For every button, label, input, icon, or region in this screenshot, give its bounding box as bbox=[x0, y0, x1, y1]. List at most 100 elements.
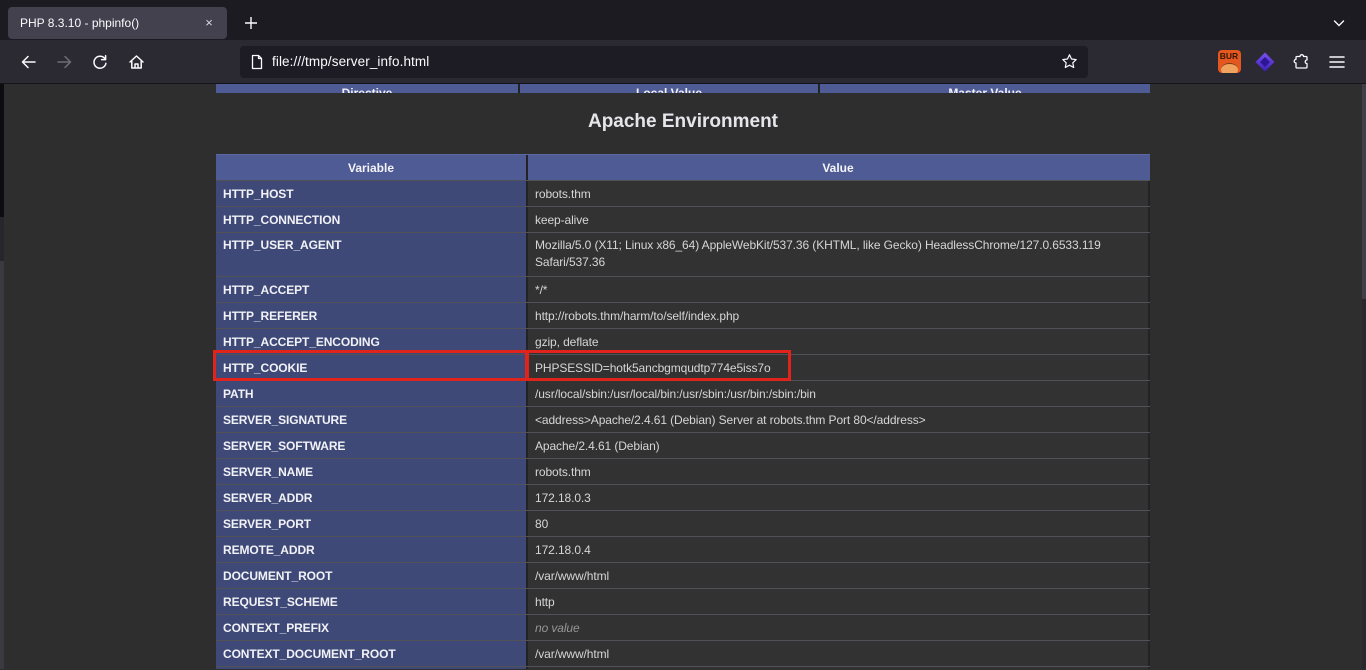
chevron-down-icon bbox=[1332, 16, 1346, 30]
right-edge-scrollbar[interactable] bbox=[1362, 84, 1366, 669]
table-row: HTTP_HOSTrobots.thm bbox=[216, 180, 1150, 206]
burp-extension-button[interactable]: BUR bbox=[1211, 46, 1247, 78]
partial-next-row bbox=[216, 666, 1150, 669]
partial-header-cell: Directive bbox=[216, 84, 518, 93]
value-cell: 80 bbox=[528, 511, 1148, 536]
list-all-tabs-button[interactable] bbox=[1326, 10, 1352, 36]
extensions-button[interactable] bbox=[1283, 46, 1319, 78]
tab-bar: PHP 8.3.10 - phpinfo() × bbox=[0, 0, 1366, 40]
value-cell: PHPSESSID=hotk5ancbgmqudtp774e5iss7o bbox=[528, 355, 1148, 380]
extension-buttons: BUR bbox=[1211, 46, 1355, 78]
url-text[interactable]: file:///tmp/server_info.html bbox=[272, 54, 1061, 69]
value-cell: robots.thm bbox=[528, 181, 1148, 206]
value-cell: keep-alive bbox=[528, 207, 1148, 232]
variable-cell: SERVER_ADDR bbox=[216, 485, 528, 510]
home-button[interactable] bbox=[120, 46, 152, 78]
burp-icon: BUR bbox=[1218, 50, 1241, 73]
variable-cell: SERVER_SIGNATURE bbox=[216, 407, 528, 432]
partial-header-cell: Master Value bbox=[820, 84, 1150, 93]
foxyproxy-diamond-icon bbox=[1254, 51, 1276, 73]
back-arrow-icon bbox=[20, 54, 37, 70]
value-cell: 172.18.0.3 bbox=[528, 485, 1148, 510]
phpinfo-page: DirectiveLocal ValueMaster Value Apache … bbox=[216, 84, 1150, 669]
variable-cell: HTTP_CONNECTION bbox=[216, 207, 528, 232]
value-cell: */* bbox=[528, 277, 1148, 302]
variable-cell: SERVER_NAME bbox=[216, 459, 528, 484]
burp-icon-label: BUR bbox=[1220, 51, 1238, 73]
variable-cell: DOCUMENT_ROOT bbox=[216, 563, 528, 588]
new-tab-button[interactable] bbox=[237, 9, 265, 37]
value-cell: /var/www/html bbox=[528, 563, 1148, 588]
table-header-row: Variable Value bbox=[216, 154, 1150, 180]
table-row: HTTP_CONNECTIONkeep-alive bbox=[216, 206, 1150, 232]
page-icon bbox=[250, 54, 264, 70]
partial-variable-cell bbox=[216, 667, 528, 669]
variable-cell: HTTP_HOST bbox=[216, 181, 528, 206]
value-cell: no value bbox=[528, 615, 1148, 640]
value-cell: 172.18.0.4 bbox=[528, 537, 1148, 562]
variable-cell: HTTP_REFERER bbox=[216, 303, 528, 328]
variable-cell: HTTP_ACCEPT_ENCODING bbox=[216, 329, 528, 354]
scrollbar-thumb[interactable] bbox=[1362, 84, 1366, 299]
back-button[interactable] bbox=[12, 46, 44, 78]
table-row: SERVER_ADDR172.18.0.3 bbox=[216, 484, 1150, 510]
page-content: DirectiveLocal ValueMaster Value Apache … bbox=[0, 84, 1366, 669]
value-cell: Mozilla/5.0 (X11; Linux x86_64) AppleWeb… bbox=[528, 233, 1148, 276]
forward-button[interactable] bbox=[48, 46, 80, 78]
puzzle-piece-icon bbox=[1292, 52, 1311, 71]
value-cell: gzip, deflate bbox=[528, 329, 1148, 354]
column-header-value: Value bbox=[528, 155, 1148, 180]
menu-button[interactable] bbox=[1319, 46, 1355, 78]
reload-icon bbox=[92, 54, 108, 70]
hamburger-menu-icon bbox=[1329, 55, 1345, 69]
value-cell: robots.thm bbox=[528, 459, 1148, 484]
tab-title: PHP 8.3.10 - phpinfo() bbox=[20, 16, 199, 30]
table-row: HTTP_ACCEPT*/* bbox=[216, 276, 1150, 302]
variable-cell: PATH bbox=[216, 381, 528, 406]
table-row: PATH/usr/local/sbin:/usr/local/bin:/usr/… bbox=[216, 380, 1150, 406]
bookmark-star-icon[interactable] bbox=[1061, 53, 1078, 70]
variable-cell: HTTP_COOKIE bbox=[216, 355, 528, 380]
value-cell: http bbox=[528, 589, 1148, 614]
variable-cell: SERVER_SOFTWARE bbox=[216, 433, 528, 458]
variable-cell: SERVER_PORT bbox=[216, 511, 528, 536]
partial-core-table-header: DirectiveLocal ValueMaster Value bbox=[216, 84, 1150, 93]
partial-header-cell: Local Value bbox=[520, 84, 818, 93]
variable-cell: REQUEST_SCHEME bbox=[216, 589, 528, 614]
table-row: SERVER_NAMErobots.thm bbox=[216, 458, 1150, 484]
value-cell: <address>Apache/2.4.61 (Debian) Server a… bbox=[528, 407, 1148, 432]
reload-button[interactable] bbox=[84, 46, 116, 78]
table-row: HTTP_ACCEPT_ENCODINGgzip, deflate bbox=[216, 328, 1150, 354]
value-cell: Apache/2.4.61 (Debian) bbox=[528, 433, 1148, 458]
table-row: SERVER_SIGNATURE<address>Apache/2.4.61 (… bbox=[216, 406, 1150, 432]
url-bar[interactable]: file:///tmp/server_info.html bbox=[240, 46, 1088, 78]
table-row-highlighted: HTTP_COOKIEPHPSESSID=hotk5ancbgmqudtp774… bbox=[216, 354, 1150, 380]
variable-cell: CONTEXT_DOCUMENT_ROOT bbox=[216, 641, 528, 666]
left-edge-scrollbar[interactable] bbox=[0, 84, 4, 669]
table-row: HTTP_USER_AGENTMozilla/5.0 (X11; Linux x… bbox=[216, 232, 1150, 276]
variable-cell: HTTP_USER_AGENT bbox=[216, 233, 528, 276]
table-row: SERVER_PORT80 bbox=[216, 510, 1150, 536]
variable-cell: CONTEXT_PREFIX bbox=[216, 615, 528, 640]
apache-environment-table: Variable Value HTTP_HOSTrobots.thmHTTP_C… bbox=[216, 154, 1150, 669]
variable-cell: HTTP_ACCEPT bbox=[216, 277, 528, 302]
value-cell: /var/www/html bbox=[528, 641, 1148, 666]
variable-cell: REMOTE_ADDR bbox=[216, 537, 528, 562]
section-title: Apache Environment bbox=[216, 109, 1150, 135]
navigation-toolbar: file:///tmp/server_info.html BUR bbox=[0, 40, 1366, 84]
foxyproxy-extension-button[interactable] bbox=[1247, 46, 1283, 78]
home-icon bbox=[128, 54, 145, 70]
apache-table-body: HTTP_HOSTrobots.thmHTTP_CONNECTIONkeep-a… bbox=[216, 180, 1150, 666]
value-cell: /usr/local/sbin:/usr/local/bin:/usr/sbin… bbox=[528, 381, 1148, 406]
plus-icon bbox=[244, 16, 258, 30]
value-cell: http://robots.thm/harm/to/self/index.php bbox=[528, 303, 1148, 328]
tab-close-icon[interactable]: × bbox=[199, 13, 219, 33]
table-row: CONTEXT_DOCUMENT_ROOT/var/www/html bbox=[216, 640, 1150, 666]
forward-arrow-icon bbox=[56, 54, 73, 70]
partial-value-cell bbox=[528, 667, 1148, 669]
table-row: CONTEXT_PREFIXno value bbox=[216, 614, 1150, 640]
browser-tab[interactable]: PHP 8.3.10 - phpinfo() × bbox=[8, 7, 227, 39]
table-row: REQUEST_SCHEMEhttp bbox=[216, 588, 1150, 614]
table-row: REMOTE_ADDR172.18.0.4 bbox=[216, 536, 1150, 562]
table-row: HTTP_REFERERhttp://robots.thm/harm/to/se… bbox=[216, 302, 1150, 328]
